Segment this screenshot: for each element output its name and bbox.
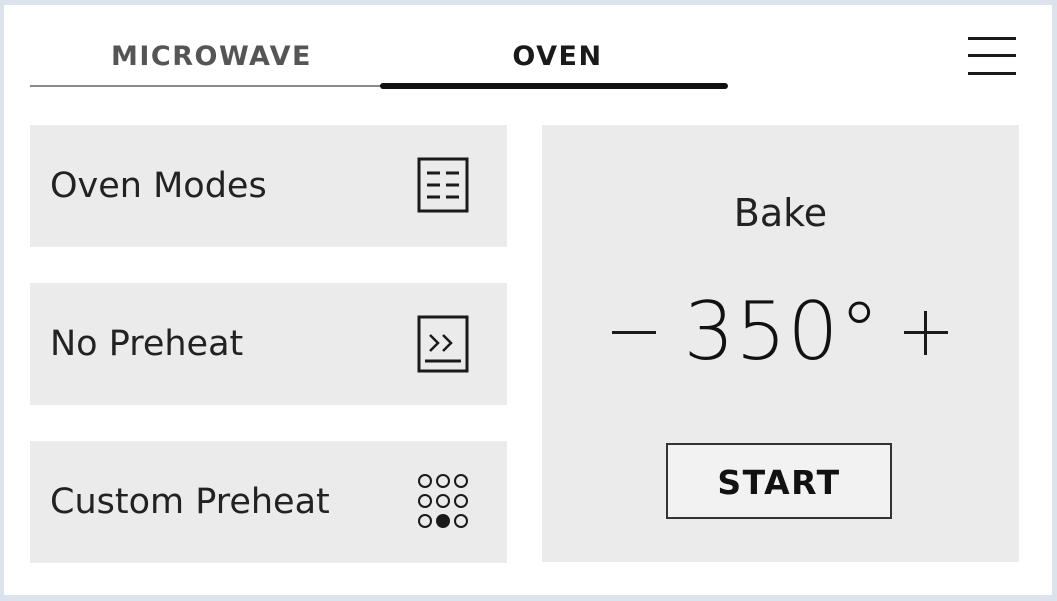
custom-preheat-label: Custom Preheat [50,482,330,522]
oven-modes-label: Oven Modes [50,166,267,206]
list-grid-icon [417,157,469,213]
start-button[interactable]: START [666,443,892,519]
plus-icon[interactable] [896,303,956,363]
bake-panel: Bake 350° START [542,125,1019,562]
cooking-mode-label: Bake [733,191,828,235]
active-tab-indicator [380,83,728,89]
skip-forward-icon [417,315,469,373]
oven-control-panel: MICROWAVE OVEN Oven Modes No Preheat Cus… [4,5,1052,595]
oven-modes-button[interactable]: Oven Modes [30,125,507,247]
tab-oven[interactable]: OVEN [450,41,665,72]
tab-microwave[interactable]: MICROWAVE [99,41,324,72]
tab-underline [30,85,390,87]
minus-icon[interactable] [604,303,664,363]
custom-preheat-button[interactable]: Custom Preheat [30,441,507,563]
temperature-display: 350° [683,285,881,378]
no-preheat-label: No Preheat [50,324,244,364]
hamburger-menu-icon[interactable] [964,33,1020,79]
keypad-dots-icon [418,474,468,528]
no-preheat-button[interactable]: No Preheat [30,283,507,405]
